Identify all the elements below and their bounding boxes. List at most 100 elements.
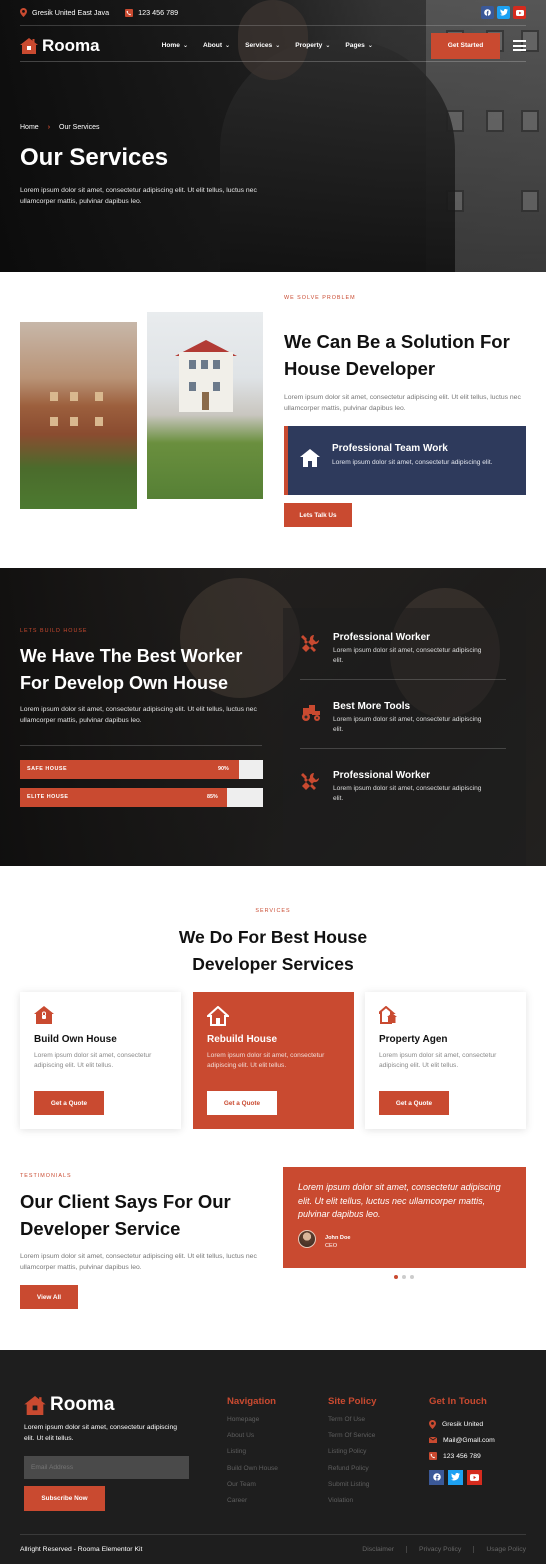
view-all-button[interactable]: View All [20,1285,78,1309]
solution-section: We Solve Problem We Can Be a Solution Fo… [0,272,546,568]
chevron-down-icon: ⌄ [367,43,373,49]
footer-link[interactable]: About Us [227,1432,278,1448]
disclaimer-link[interactable]: Disclaimer [350,1546,406,1553]
hero-description: Lorem ipsum dolor sit amet, consectetur … [20,187,257,205]
footer-navigation: Navigation Homepage About Us Listing Bui… [227,1396,278,1513]
carousel-dot[interactable] [402,1275,406,1279]
breadcrumb-home-link[interactable]: Home [20,124,39,131]
privacy-policy-link[interactable]: Privacy Policy [406,1546,473,1553]
footer-link[interactable]: Listing Policy [328,1448,377,1464]
solution-description: Lorem ipsum dolor sit amet, consectetur … [284,394,521,412]
footer-link[interactable]: Our Team [227,1481,278,1497]
services-section: Services We Do For Best House Developer … [0,866,546,1146]
testimonial-role: CEO [325,1243,338,1249]
twitter-icon[interactable] [448,1469,463,1485]
nav-item-pages[interactable]: Pages ⌄ [345,42,372,49]
tools-icon [301,772,320,790]
chevron-down-icon: ⌄ [275,43,281,49]
facebook-icon[interactable] [481,6,494,19]
carousel-dot[interactable] [410,1275,414,1279]
footer-brand-logo[interactable]: Rooma [24,1394,114,1416]
footer-contact: Get In Touch Gresik United Mail@Gmall.co… [429,1396,495,1485]
worker-description: Lorem ipsum dolor sit amet, consectetur … [20,706,257,724]
testimonials-tag: Testimonials [20,1173,72,1179]
twitter-icon[interactable] [497,6,510,19]
footer-brand-name: Rooma [50,1394,115,1415]
footer-about: Lorem ipsum dolor sit amet, consectetur … [24,1424,177,1442]
usage-policy-link[interactable]: Usage Policy [473,1546,526,1553]
feature-text: Lorem ipsum dolor sit amet, consectetur … [333,785,482,802]
breadcrumb-current: Our Services [59,124,100,131]
footer-link[interactable]: Homepage [227,1416,278,1432]
footer-contact-location: Gresik United [429,1416,495,1432]
services-title-text: We Do For Best House Developer Services [178,927,368,974]
page-title: Our Services [20,144,169,171]
map-pin-icon [429,1419,436,1429]
testimonials-section: Testimonials Our Client Says For Our Dev… [0,1146,546,1350]
footer-contact-title: Get In Touch [429,1396,487,1407]
map-pin-icon [20,8,27,17]
worker-section: Lets Build House We Have The Best Worker… [0,568,546,866]
get-started-button[interactable]: Get Started [431,32,500,59]
worker-tag: Lets Build House [20,628,88,634]
service-card-text: Lorem ipsum dolor sit amet, consectetur … [34,1052,152,1069]
divider [20,745,262,746]
footer-link[interactable]: Term Of Use [328,1416,377,1432]
email-field[interactable] [24,1456,189,1479]
service-card-build-own-house: Build Own House Lorem ipsum dolor sit am… [20,992,181,1129]
nav-item-about[interactable]: About ⌄ [203,42,230,49]
chevron-down-icon: ⌄ [225,43,231,49]
footer-link[interactable]: Violation [328,1497,377,1513]
youtube-icon[interactable] [467,1469,482,1485]
footer: Rooma Lorem ipsum dolor sit amet, consec… [0,1350,546,1564]
topbar-social [481,6,526,19]
services-title: We Do For Best House Developer Services [0,924,546,978]
brick-house-image [20,322,137,509]
subscribe-button[interactable]: Subscribe Now [24,1486,105,1511]
footer-link[interactable]: Build Own House [227,1465,278,1481]
footer-divider [20,1534,526,1535]
get-quote-button[interactable]: Get a Quote [207,1091,277,1115]
youtube-icon[interactable] [513,6,526,19]
get-quote-button[interactable]: Get a Quote [379,1091,449,1115]
legal-links: Disclaimer Privacy Policy Usage Policy [350,1546,526,1553]
testimonial-card: Lorem ipsum dolor sit amet, consectetur … [283,1167,526,1268]
footer-contact-phone[interactable]: 123 456 789 [429,1448,495,1464]
topbar-phone: 123 456 789 [125,8,178,17]
footer-link[interactable]: Submit Listing [328,1481,377,1497]
nav-item-services[interactable]: Services ⌄ [245,42,280,49]
feature-title: Professional Worker [333,632,431,643]
team-card-title: Professional Team Work [332,443,448,454]
brand-logo[interactable]: Rooma [20,36,100,56]
house-lock-icon [34,1006,54,1024]
footer-phone-text: 123 456 789 [443,1452,481,1460]
home-outline-icon [207,1006,229,1026]
breadcrumb-chevron-icon: › [47,124,51,131]
footer-contact-email[interactable]: Mail@Gmall.com [429,1432,495,1448]
nav-item-home[interactable]: Home ⌄ [162,42,188,49]
footer-link[interactable]: Listing [227,1448,278,1464]
phone-icon [125,8,134,17]
footer-link[interactable]: Career [227,1497,278,1513]
avatar [298,1230,316,1248]
get-quote-button[interactable]: Get a Quote [34,1091,104,1115]
service-card-text: Lorem ipsum dolor sit amet, consectetur … [379,1052,497,1069]
feature-title: Best More Tools [333,701,411,712]
footer-link[interactable]: Refund Policy [328,1465,377,1481]
lets-talk-button[interactable]: Lets Talk Us [284,503,352,527]
team-card-text: Lorem ipsum dolor sit amet, consectetur … [332,459,493,466]
footer-link[interactable]: Term Of Service [328,1432,377,1448]
nav-item-property[interactable]: Property ⌄ [295,42,330,49]
footer-location-text: Gresik United [442,1420,484,1428]
carousel-dot[interactable] [394,1275,398,1279]
feature-text: Lorem ipsum dolor sit amet, consectetur … [333,647,482,664]
worker-title: We Have The Best Worker For Develop Own … [20,646,243,693]
phone-icon [429,1452,437,1461]
hamburger-menu-icon[interactable] [513,40,526,51]
service-card-property-agen: Property Agen Lorem ipsum dolor sit amet… [365,992,526,1129]
facebook-icon[interactable] [429,1469,444,1485]
testimonials-description: Lorem ipsum dolor sit amet, consectetur … [20,1253,257,1271]
service-card-title: Rebuild House [207,1034,278,1045]
tools-icon [301,634,320,652]
hero-section: Gresik United East Java 123 456 789 Room… [0,0,546,272]
